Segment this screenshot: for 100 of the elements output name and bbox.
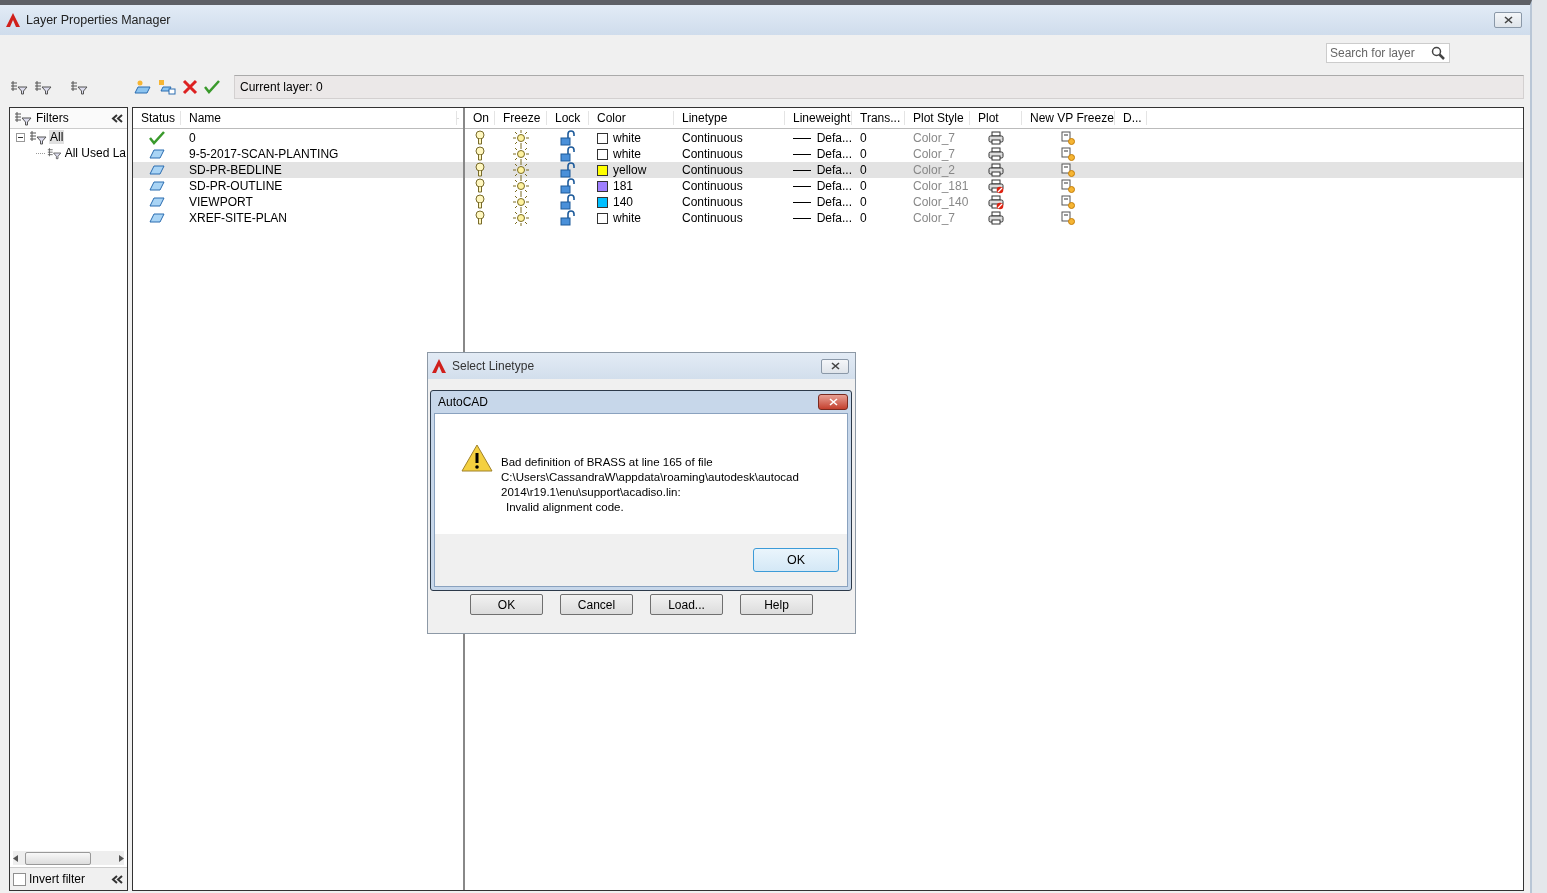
new-group-filter-icon[interactable] <box>34 79 52 95</box>
sun-icon[interactable] <box>513 194 529 210</box>
layer-row[interactable]: yellow Continuous Defa... 0 Color_2 <box>465 162 1523 178</box>
column-header[interactable]: On <box>465 111 495 125</box>
filters-icon[interactable] <box>14 110 32 126</box>
column-header[interactable]: Plot Style <box>905 111 970 125</box>
printer-icon[interactable] <box>988 162 1004 178</box>
color-swatch[interactable] <box>597 212 608 224</box>
collapse-panel-icon[interactable] <box>111 874 124 884</box>
sun-icon[interactable] <box>513 178 529 194</box>
close-button[interactable] <box>818 394 848 410</box>
layer-row[interactable]: XREF-SITE-PLAN <box>133 210 463 226</box>
sun-icon[interactable] <box>513 130 529 146</box>
open-lock-icon[interactable] <box>560 146 576 162</box>
lineweight-value: Defa... <box>816 147 852 161</box>
dialog-button[interactable]: Load... <box>650 594 723 615</box>
column-header[interactable]: Plot <box>970 111 1022 125</box>
layer-row[interactable]: 0 <box>133 130 463 146</box>
open-lock-icon[interactable] <box>560 162 576 178</box>
linetype-name: Continuous <box>682 163 743 177</box>
open-lock-icon[interactable] <box>560 194 576 210</box>
sun-icon[interactable] <box>513 146 529 162</box>
sun-icon[interactable] <box>513 210 529 226</box>
filter-icon[interactable] <box>46 145 62 161</box>
linetype-name: Continuous <box>682 147 743 161</box>
close-icon[interactable] <box>1503 16 1513 24</box>
linetype-name: Continuous <box>682 211 743 225</box>
invert-filter-checkbox[interactable] <box>13 872 26 886</box>
viewport-freeze-icon[interactable] <box>1061 130 1076 146</box>
layer-name: 9-5-2017-SCAN-PLANTING <box>189 147 339 161</box>
color-swatch[interactable] <box>597 132 608 144</box>
lightbulb-icon[interactable] <box>475 178 485 194</box>
lightbulb-icon[interactable] <box>475 210 485 226</box>
layer-states-icon[interactable] <box>70 79 88 95</box>
viewport-freeze-icon[interactable] <box>1061 194 1076 210</box>
ok-button[interactable]: OK <box>753 548 839 572</box>
column-header[interactable]: Linetype <box>674 111 785 125</box>
close-button[interactable] <box>1494 12 1522 28</box>
lightbulb-icon[interactable] <box>475 162 485 178</box>
lightbulb-icon[interactable] <box>475 130 485 146</box>
search-field[interactable]: Search for layer <box>1326 43 1450 63</box>
open-lock-icon[interactable] <box>560 210 576 226</box>
new-viewport-layer-icon[interactable] <box>158 79 176 95</box>
layer-row[interactable]: 9-5-2017-SCAN-PLANTING <box>133 146 463 162</box>
layer-row[interactable]: VIEWPORT <box>133 194 463 210</box>
close-button[interactable] <box>821 358 849 374</box>
layer-row[interactable]: white Continuous Defa... 0 Color_7 <box>465 210 1523 226</box>
open-lock-icon[interactable] <box>560 130 576 146</box>
transparency-value: 0 <box>860 131 867 145</box>
column-header[interactable]: Freeze <box>495 111 547 125</box>
close-icon[interactable] <box>830 361 840 370</box>
lineweight-value: Defa... <box>816 131 852 145</box>
search-icon[interactable] <box>1431 46 1445 60</box>
dialog-title: Select Linetype <box>452 359 536 373</box>
window-title: Layer Properties Manager <box>26 13 172 27</box>
column-header[interactable]: Status <box>133 111 181 125</box>
dialog-button[interactable]: Help <box>740 594 813 615</box>
lightbulb-icon[interactable] <box>475 194 485 210</box>
column-header[interactable]: Trans... <box>852 111 905 125</box>
column-header[interactable]: Lineweight <box>785 111 852 125</box>
column-header[interactable]: Lock <box>547 111 589 125</box>
filter-tree-item[interactable]: All <box>49 130 65 144</box>
new-layer-icon[interactable] <box>134 79 152 95</box>
layer-row[interactable]: white Continuous Defa... 0 Color_7 <box>465 130 1523 146</box>
layer-row[interactable]: 181 Continuous Defa... 0 Color_181 <box>465 178 1523 194</box>
new-property-filter-icon[interactable] <box>10 79 28 95</box>
set-current-icon[interactable] <box>204 80 220 94</box>
layer-row[interactable]: SD-PR-BEDLINE <box>133 162 463 178</box>
scroll-right-icon[interactable] <box>118 854 124 862</box>
collapse-panel-icon[interactable] <box>111 113 124 123</box>
layer-row[interactable]: white Continuous Defa... 0 Color_7 <box>465 146 1523 162</box>
viewport-freeze-icon[interactable] <box>1061 162 1076 178</box>
dialog-button[interactable]: Cancel <box>560 594 633 615</box>
viewport-freeze-icon[interactable] <box>1061 210 1076 226</box>
layer-row[interactable]: SD-PR-OUTLINE <box>133 178 463 194</box>
viewport-freeze-icon[interactable] <box>1061 146 1076 162</box>
collapse-icon[interactable] <box>16 132 27 142</box>
scroll-left-icon[interactable] <box>13 854 19 862</box>
color-swatch[interactable] <box>597 180 608 192</box>
column-header[interactable]: Name <box>181 111 457 125</box>
color-swatch[interactable] <box>597 148 608 160</box>
column-header[interactable]: D... <box>1115 111 1147 125</box>
printer-icon[interactable] <box>988 146 1004 162</box>
delete-icon[interactable] <box>182 79 198 95</box>
column-header[interactable]: Color <box>589 111 674 125</box>
dialog-button[interactable]: OK <box>470 594 543 615</box>
layer-row[interactable]: 140 Continuous Defa... 0 Color_140 <box>465 194 1523 210</box>
printer-icon[interactable] <box>988 210 1004 226</box>
sun-icon[interactable] <box>513 162 529 178</box>
printer-icon[interactable] <box>988 130 1004 146</box>
color-name: 140 <box>613 195 634 209</box>
viewport-freeze-icon[interactable] <box>1061 178 1076 194</box>
horizontal-scrollbar[interactable] <box>13 851 124 865</box>
color-swatch[interactable] <box>597 164 608 176</box>
filter-tree-item[interactable]: All Used La <box>63 146 127 160</box>
column-header[interactable]: New VP Freeze <box>1022 111 1115 125</box>
open-lock-icon[interactable] <box>560 178 576 194</box>
color-swatch[interactable] <box>597 196 608 208</box>
filters-heading: Filters <box>36 111 70 125</box>
lightbulb-icon[interactable] <box>475 146 485 162</box>
